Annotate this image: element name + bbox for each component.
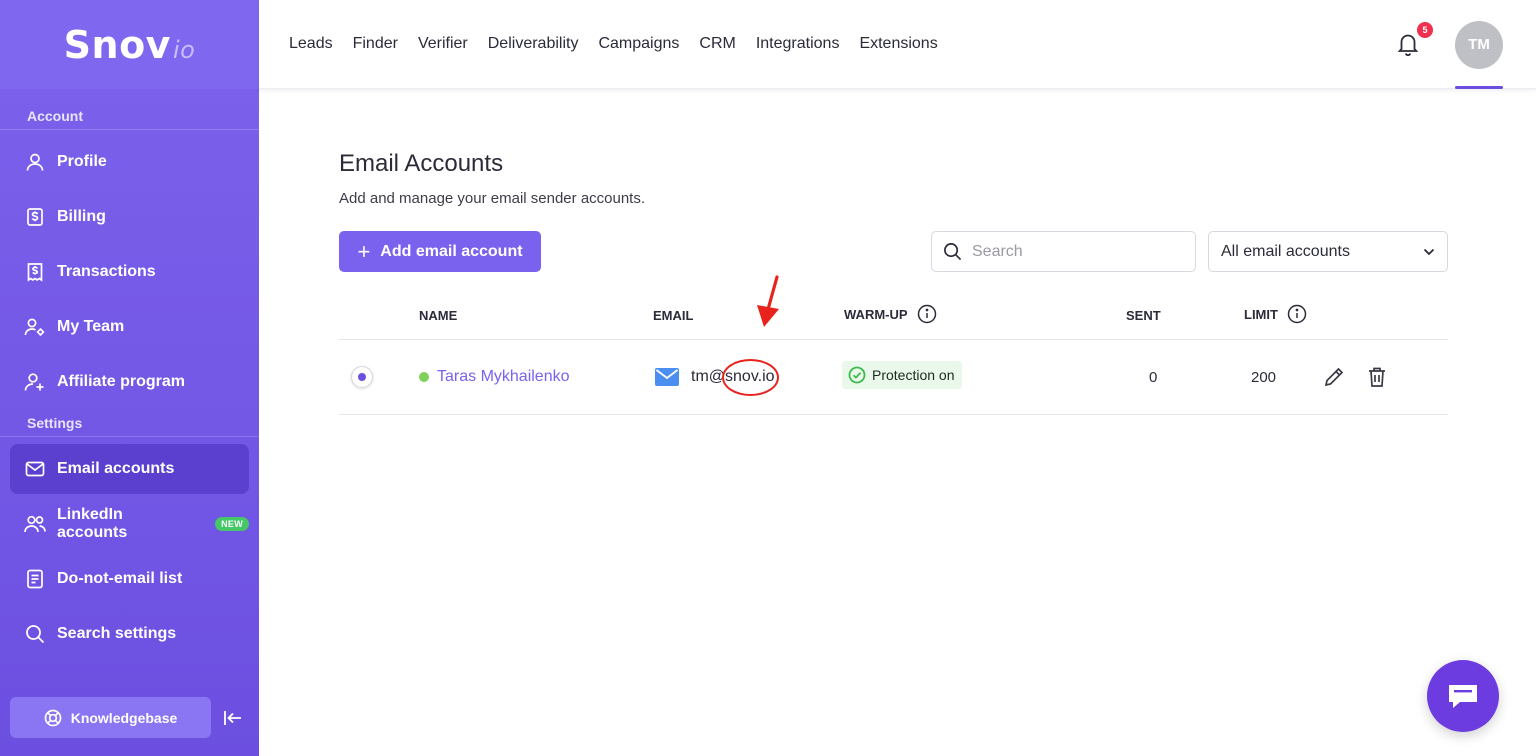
sidebar-item-label: Search settings [57, 625, 177, 642]
mail-provider-icon [655, 368, 679, 391]
column-header-sent: SENT [1126, 308, 1161, 323]
envelope-icon [24, 458, 46, 480]
column-header-label: SENT [1126, 308, 1161, 323]
search-box[interactable] [931, 231, 1196, 272]
pencil-icon[interactable] [1323, 366, 1345, 393]
sidebar-item-billing[interactable]: Billing [10, 192, 249, 242]
column-header-label: NAME [419, 308, 458, 323]
logo-area: Snovio [0, 0, 259, 89]
people-icon [24, 513, 46, 535]
nav-deliverability[interactable]: Deliverability [488, 35, 579, 53]
sidebar-item-label: Profile [57, 153, 107, 170]
sidebar-item-do-not-email[interactable]: Do-not-email list [10, 554, 249, 604]
shield-check-icon [848, 366, 866, 384]
column-header-label: LIMIT [1244, 306, 1278, 322]
annotation-circle [722, 359, 779, 396]
logo-text: Snov [63, 22, 171, 67]
avatar[interactable]: TM [1455, 21, 1503, 69]
section-label-account: Account [0, 102, 259, 130]
radio-dot [358, 373, 366, 381]
search-icon [24, 623, 46, 645]
sidebar-item-email-accounts[interactable]: Email accounts [10, 444, 249, 494]
chat-bubble-icon [1446, 681, 1480, 711]
filter-selected-value: All email accounts [1221, 242, 1350, 260]
notification-count-badge: 5 [1417, 22, 1433, 38]
sidebar: Snovio Account Profile Billing Transacti… [0, 0, 259, 756]
email-accounts-filter-select[interactable]: All email accounts [1208, 231, 1448, 272]
sidebar-item-label: Billing [57, 208, 106, 225]
column-header-warmup: WARM-UP [844, 304, 937, 324]
limit-value: 200 [1251, 369, 1277, 386]
add-email-account-label: Add email account [380, 242, 523, 260]
info-icon[interactable] [917, 304, 937, 324]
row-select-radio[interactable] [351, 366, 373, 388]
column-header-name: NAME [419, 308, 457, 323]
chevron-down-icon [1423, 248, 1435, 256]
account-nav: Profile Billing Transactions My Team Aff… [0, 130, 259, 407]
search-icon [943, 242, 962, 261]
user-plus-icon [24, 371, 46, 393]
table-header-divider [339, 339, 1448, 340]
team-gear-icon [24, 316, 46, 338]
nav-crm[interactable]: CRM [699, 35, 735, 53]
sent-count: 0 [1149, 369, 1158, 386]
sidebar-item-label: Transactions [57, 263, 156, 280]
nav-leads[interactable]: Leads [289, 35, 333, 53]
page-subtitle: Add and manage your email sender account… [339, 190, 646, 207]
bell-icon[interactable] [1397, 32, 1419, 61]
collapse-sidebar-icon[interactable] [223, 709, 243, 727]
add-email-account-button[interactable]: + Add email account [339, 231, 541, 272]
sidebar-item-label: Affiliate program [57, 373, 186, 390]
sidebar-item-linkedin-accounts[interactable]: LinkedIn accounts NEW [10, 499, 249, 549]
lifebuoy-icon [44, 709, 62, 727]
main-menu: Leads Finder Verifier Deliverability Cam… [289, 35, 958, 53]
logo-suffix: io [172, 35, 196, 64]
column-header-email: EMAIL [653, 308, 693, 323]
nav-integrations[interactable]: Integrations [756, 35, 840, 53]
chat-widget-button[interactable] [1427, 660, 1499, 732]
section-label-settings: Settings [0, 409, 259, 437]
dollar-doc-icon [24, 206, 46, 228]
sidebar-item-transactions[interactable]: Transactions [10, 247, 249, 297]
info-icon[interactable] [1287, 304, 1307, 324]
sidebar-item-search-settings[interactable]: Search settings [10, 609, 249, 659]
sidebar-item-profile[interactable]: Profile [10, 137, 249, 187]
sidebar-footer: Knowledgebase [10, 697, 250, 738]
new-badge: NEW [215, 517, 249, 531]
user-icon [24, 151, 46, 173]
list-doc-icon [24, 568, 46, 590]
account-name-link[interactable]: Taras Mykhailenko [437, 368, 570, 386]
plus-icon: + [357, 238, 371, 264]
snov-logo[interactable]: Snovio [64, 23, 196, 67]
avatar-active-indicator [1455, 86, 1503, 89]
sidebar-item-affiliate[interactable]: Affiliate program [10, 357, 249, 407]
knowledgebase-label: Knowledgebase [70, 709, 178, 726]
annotation-arrow-icon [752, 275, 784, 334]
nav-extensions[interactable]: Extensions [859, 35, 937, 53]
column-header-limit: LIMIT [1244, 304, 1307, 324]
table-row-divider [339, 414, 1448, 415]
warmup-status-badge[interactable]: Protection on [842, 361, 962, 389]
online-status-dot [419, 372, 429, 382]
search-input[interactable] [972, 242, 1172, 261]
page-title: Email Accounts [339, 150, 504, 177]
trash-icon[interactable] [1367, 366, 1387, 393]
receipt-icon [24, 261, 46, 283]
warmup-status-label: Protection on [872, 367, 955, 383]
sidebar-item-my-team[interactable]: My Team [10, 302, 249, 352]
sidebar-item-label: My Team [57, 318, 125, 335]
column-header-label: WARM-UP [844, 306, 908, 322]
nav-verifier[interactable]: Verifier [418, 35, 468, 53]
column-header-label: EMAIL [653, 308, 694, 323]
knowledgebase-button[interactable]: Knowledgebase [10, 697, 211, 738]
sidebar-item-label: Do-not-email list [57, 570, 183, 587]
top-navigation-bar: Leads Finder Verifier Deliverability Cam… [259, 0, 1536, 89]
settings-nav: Email accounts LinkedIn accounts NEW Do-… [0, 437, 259, 659]
nav-campaigns[interactable]: Campaigns [598, 35, 679, 53]
sidebar-item-label: LinkedIn accounts [57, 506, 128, 541]
sidebar-item-label: Email accounts [57, 460, 175, 477]
nav-finder[interactable]: Finder [353, 35, 398, 53]
